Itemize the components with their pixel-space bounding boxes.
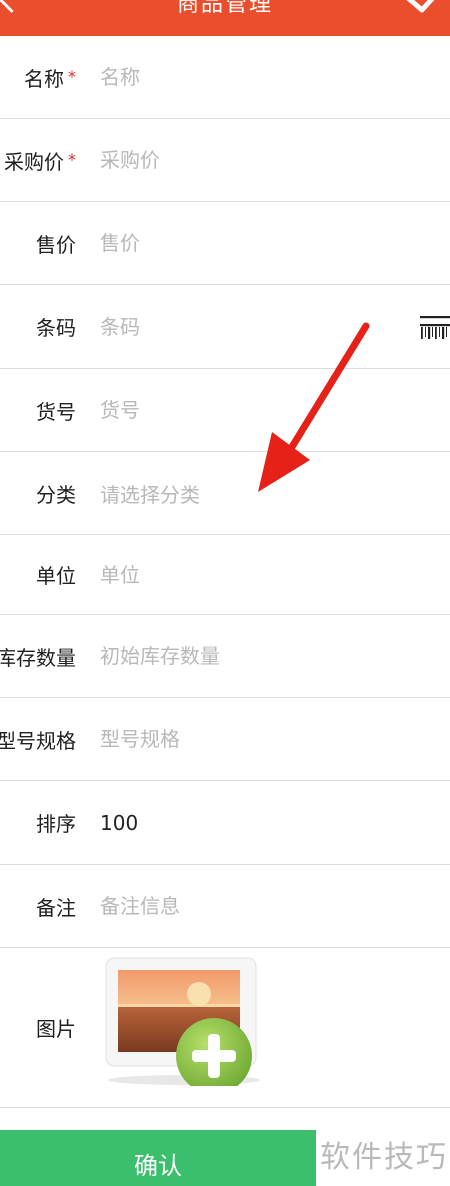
field-label-remark: 备注 xyxy=(36,895,76,920)
page-title: 商品管理 xyxy=(176,0,273,17)
required-mark: * xyxy=(68,66,76,86)
checkmark-icon[interactable] xyxy=(404,0,444,26)
form-row-purchase-price: 采购价 * xyxy=(0,119,450,202)
form-row-category[interactable]: 分类 请选择分类 xyxy=(0,452,450,535)
watermark: 软件技巧 xyxy=(320,1140,448,1175)
form-row-stock: 库存数量 xyxy=(0,615,450,698)
add-image-button[interactable] xyxy=(104,956,264,1086)
field-label-image: 图片 xyxy=(36,1017,76,1041)
field-label-purchase-price: 采购价 * xyxy=(4,149,76,174)
field-label-barcode: 条码 xyxy=(36,316,76,340)
form-row-item-number: 货号 xyxy=(0,369,450,452)
model-spec-input[interactable] xyxy=(100,727,410,751)
barcode-input[interactable] xyxy=(100,314,410,339)
field-label-model-spec: 型号规格 xyxy=(0,728,76,753)
form-row-unit: 单位 xyxy=(0,535,450,615)
form-row-model-spec: 型号规格 xyxy=(0,698,450,781)
form-row-remark: 备注 xyxy=(0,865,450,948)
field-label-name: 名称 * xyxy=(24,66,76,91)
field-label-unit: 单位 xyxy=(36,564,76,588)
field-label-stock: 库存数量 xyxy=(0,645,76,670)
category-select[interactable]: 请选择分类 xyxy=(100,479,200,508)
barcode-scan-icon[interactable] xyxy=(418,312,450,342)
header-bar: 商品管理 xyxy=(0,0,450,36)
sort-order-input[interactable] xyxy=(100,810,410,835)
form-row-sort: 排序 xyxy=(0,781,450,865)
remark-input[interactable] xyxy=(100,894,410,918)
item-number-input[interactable] xyxy=(100,398,410,422)
field-label-item-number: 货号 xyxy=(36,399,76,424)
required-mark: * xyxy=(68,149,76,169)
field-label-sale-price: 售价 xyxy=(36,232,76,257)
form-row-barcode: 条码 xyxy=(0,285,450,369)
confirm-button[interactable]: 确认 xyxy=(0,1130,316,1186)
form-row-name: 名称 * xyxy=(0,36,450,119)
field-label-sort: 排序 xyxy=(36,812,76,836)
purchase-price-input[interactable] xyxy=(100,148,410,172)
field-label-category: 分类 xyxy=(36,482,76,507)
sale-price-input[interactable] xyxy=(100,231,410,255)
form-row-sale-price: 售价 xyxy=(0,202,450,285)
name-input[interactable] xyxy=(100,65,410,89)
stock-quantity-input[interactable] xyxy=(100,644,410,668)
unit-input[interactable] xyxy=(100,562,410,587)
